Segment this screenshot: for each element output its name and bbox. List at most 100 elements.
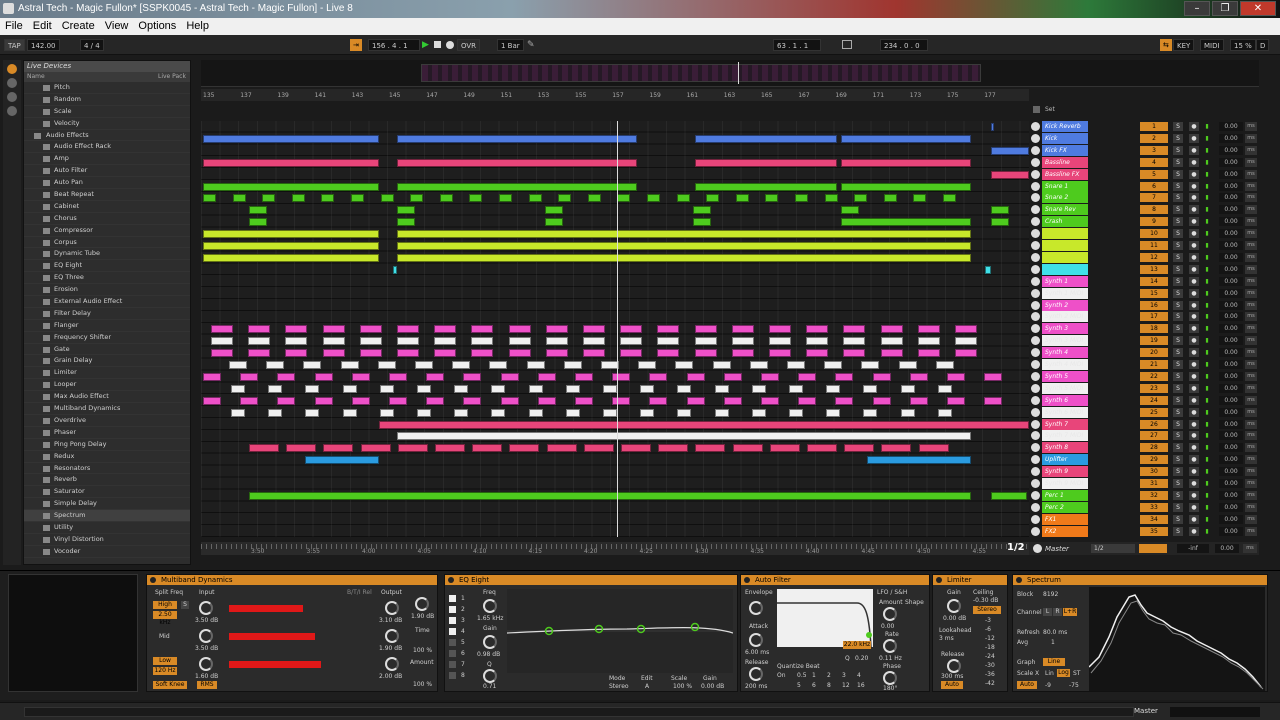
clip-drop-area[interactable]	[8, 574, 138, 692]
clip[interactable]	[500, 396, 519, 405]
track-play-icon[interactable]	[1031, 431, 1040, 441]
arrangement-overview[interactable]	[201, 60, 1259, 87]
browser-item[interactable]: Looper	[24, 379, 190, 392]
track-activator[interactable]: 14	[1140, 276, 1168, 286]
track-play-icon[interactable]	[1031, 241, 1040, 250]
clip[interactable]	[798, 396, 817, 405]
clip[interactable]	[991, 146, 1029, 155]
master-page-selector[interactable]: 1/2	[1091, 544, 1135, 553]
solo-button[interactable]: S	[1173, 467, 1183, 477]
clip[interactable]	[657, 337, 680, 346]
limiter-auto-button[interactable]: Auto	[941, 681, 963, 689]
arm-button[interactable]: ●	[1189, 324, 1199, 334]
clip[interactable]	[984, 396, 1003, 405]
track-header[interactable]	[1029, 251, 1139, 264]
track-activator[interactable]: 31	[1140, 479, 1168, 488]
channel-l-button[interactable]: L	[1043, 608, 1052, 616]
track-play-icon[interactable]	[1031, 133, 1040, 143]
browser-item[interactable]: Spectrum	[24, 510, 190, 522]
track-name[interactable]: Synth 1 MIDI	[1042, 287, 1088, 299]
track-header[interactable]: Bassline	[1029, 156, 1139, 169]
clip[interactable]	[769, 444, 800, 453]
time-ruler[interactable]: 3:50 3:55 4:00 4:05 4:10 4:15 4:20 4:25 4:30 4:35…	[201, 542, 1029, 555]
track-volume[interactable]: 0.00	[1219, 348, 1243, 358]
track-name[interactable]: Snare Rev	[1042, 204, 1088, 216]
track-play-icon[interactable]	[1031, 526, 1040, 536]
track-header[interactable]: Kick Reverb	[1029, 121, 1139, 133]
clip[interactable]	[545, 218, 563, 227]
eq-q-knob[interactable]	[483, 669, 497, 683]
clip[interactable]	[291, 194, 305, 203]
track-play-icon[interactable]	[1031, 514, 1040, 524]
arm-button[interactable]: ●	[1189, 455, 1199, 465]
clip[interactable]	[843, 337, 866, 346]
clip[interactable]	[526, 361, 545, 369]
clip[interactable]	[765, 194, 779, 203]
track-activator[interactable]: 28	[1140, 443, 1168, 453]
eq-scale-value[interactable]: 100 %	[673, 683, 692, 690]
clip[interactable]	[268, 408, 283, 417]
band-toggle[interactable]	[449, 672, 456, 679]
track-header[interactable]: Synth 9 MIDI	[1029, 478, 1139, 490]
clip[interactable]	[379, 384, 394, 393]
solo-button[interactable]: S	[1173, 371, 1183, 381]
clip[interactable]	[249, 444, 279, 453]
clip[interactable]	[769, 325, 791, 334]
clip[interactable]	[955, 337, 977, 346]
clip[interactable]	[262, 194, 276, 203]
clip[interactable]	[617, 194, 631, 203]
clip[interactable]	[883, 194, 897, 203]
clip[interactable]	[397, 349, 419, 358]
clip[interactable]	[463, 372, 482, 381]
clip[interactable]	[211, 337, 233, 346]
clip[interactable]	[686, 396, 705, 405]
low-output-knob[interactable]	[385, 657, 399, 671]
scale-log-button[interactable]: Log	[1057, 669, 1070, 677]
band-toggle[interactable]	[449, 595, 456, 602]
clip[interactable]	[545, 337, 568, 346]
track-name[interactable]: Perc 1	[1042, 489, 1088, 501]
browser-item[interactable]: Filter Delay	[24, 308, 190, 320]
solo-button[interactable]: S	[1173, 526, 1183, 536]
clip[interactable]	[640, 384, 655, 393]
filter-curve-display[interactable]	[777, 589, 873, 647]
track-play-icon[interactable]	[1031, 122, 1040, 131]
clip[interactable]	[620, 349, 643, 358]
quantize-menu[interactable]: 1 Bar	[497, 39, 524, 51]
clip[interactable]	[900, 408, 915, 417]
arm-button[interactable]: ●	[1189, 395, 1199, 405]
clip[interactable]	[695, 134, 837, 143]
browser-item[interactable]: Phaser	[24, 427, 190, 439]
clip[interactable]	[795, 194, 808, 203]
low-input-knob[interactable]	[199, 657, 213, 671]
band-toggle[interactable]	[449, 606, 456, 613]
track-play-icon[interactable]	[1031, 443, 1040, 453]
track-activator[interactable]: 18	[1140, 324, 1168, 334]
track-volume[interactable]: 0.00	[1219, 229, 1243, 239]
clip[interactable]	[675, 361, 694, 369]
clip[interactable]	[340, 361, 359, 369]
record-icon[interactable]	[446, 41, 454, 49]
track-name[interactable]: Synth 8	[1042, 442, 1088, 454]
track-name[interactable]: Snare 2	[1042, 192, 1088, 204]
clip[interactable]	[397, 444, 428, 453]
track-header[interactable]: Synth 3	[1029, 323, 1139, 335]
clip[interactable]	[342, 384, 357, 393]
browser-item[interactable]: Auto Pan	[24, 177, 190, 190]
track-activator[interactable]: 22	[1140, 371, 1168, 381]
solo-button[interactable]: S	[1173, 252, 1183, 262]
track-activator[interactable]: 32	[1140, 490, 1168, 500]
browser-item[interactable]: Cabinet	[24, 201, 190, 213]
track-name[interactable]: Perc 2	[1042, 501, 1088, 513]
clip[interactable]	[563, 361, 582, 369]
track-volume[interactable]: 0.00	[1219, 169, 1243, 179]
track-activator[interactable]: 33	[1140, 502, 1168, 512]
track-name[interactable]: Crash	[1042, 216, 1088, 228]
clip[interactable]	[545, 206, 563, 215]
track-activator[interactable]: 16	[1140, 300, 1168, 310]
browser-item[interactable]: Audio Effects	[24, 130, 190, 142]
track-volume[interactable]: 0.00	[1219, 371, 1243, 381]
low-freq-field[interactable]: 120 Hz	[153, 667, 177, 675]
eq-edit-value[interactable]: A	[645, 683, 649, 690]
clip[interactable]	[415, 361, 433, 369]
